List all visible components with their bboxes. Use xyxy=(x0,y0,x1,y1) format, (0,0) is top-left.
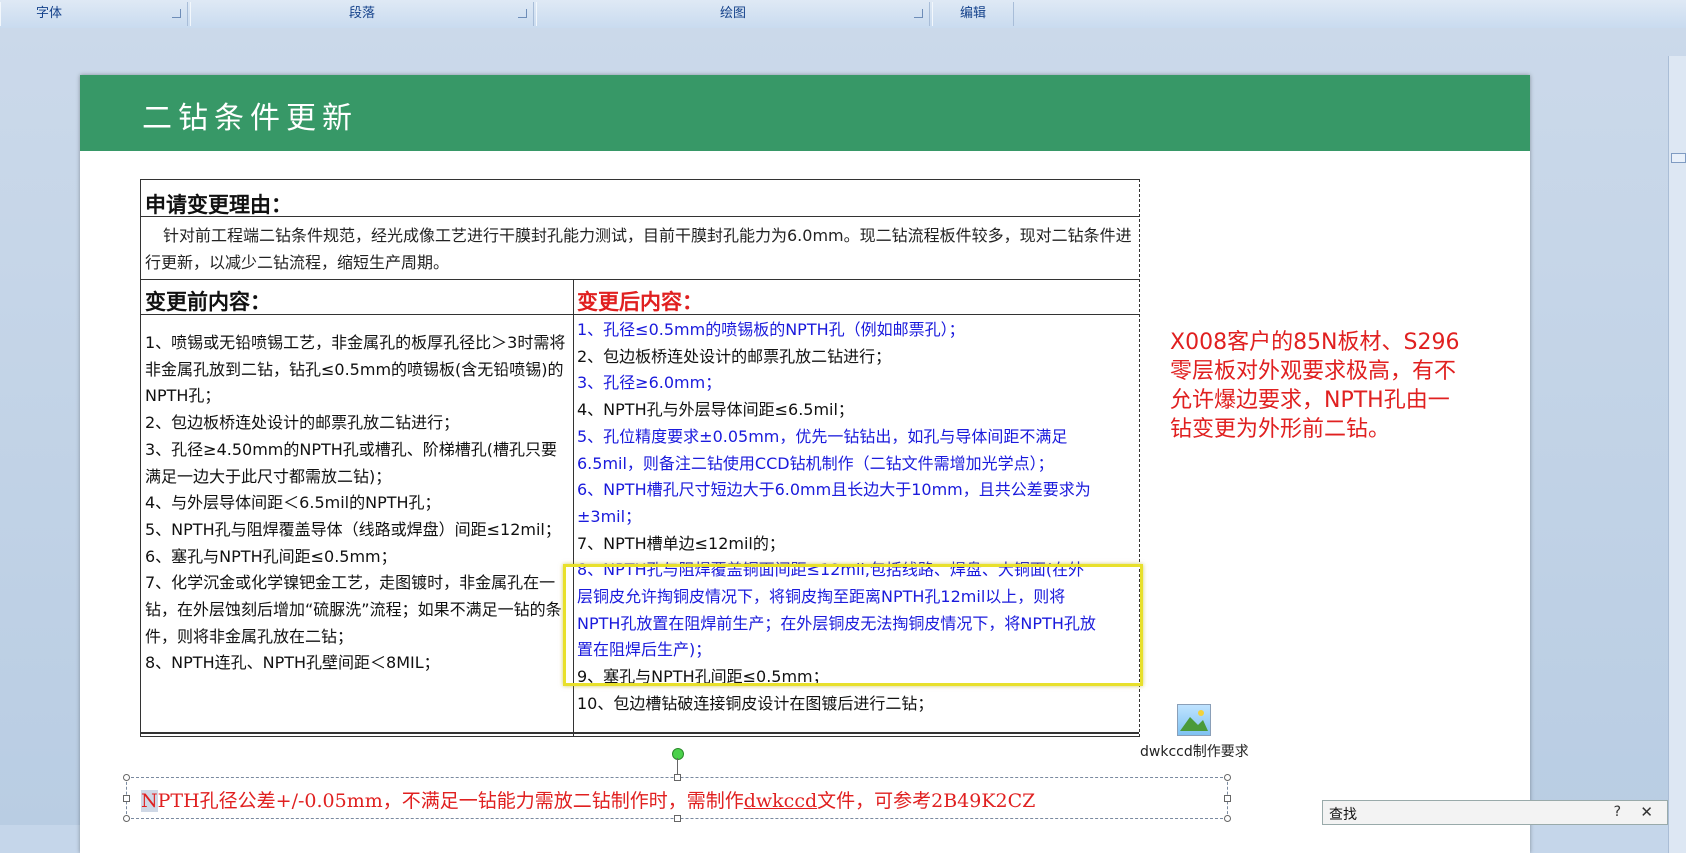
resize-handle[interactable] xyxy=(1224,795,1231,802)
slide-canvas[interactable]: 二钻条件更新 申请变更理由： 针对前工程端二钻条件规范，经光成像工艺进行干膜封孔… xyxy=(0,28,1686,853)
textbox-text-part1: PTH孔径公差+/-0.05mm，不满足一钻能力需放二钻制作时，需制作 xyxy=(157,790,744,812)
reason-header: 申请变更理由： xyxy=(145,193,292,217)
embedded-image-object-icon[interactable] xyxy=(1177,704,1211,736)
resize-handle[interactable] xyxy=(674,815,681,822)
ribbon-group-font[interactable]: 字体 xyxy=(0,2,188,26)
drawing-dialog-launcher-icon[interactable] xyxy=(914,9,923,18)
textbox-link[interactable]: dwkccd xyxy=(744,790,817,812)
table-divider xyxy=(141,279,1139,280)
resize-handle[interactable] xyxy=(1224,815,1231,822)
help-icon[interactable]: ? xyxy=(1614,804,1621,820)
textbox-text-part2: 文件，可参考2B49K2CZ xyxy=(817,790,1036,812)
after-item: 3、孔径≥6.0mm； xyxy=(577,373,722,393)
table-bottom-border xyxy=(141,732,1139,734)
after-item: 10、包边槽钻破连接铜皮设计在图镀后进行二钻； xyxy=(577,693,934,713)
reason-text: 针对前工程端二钻条件规范，经光成像工艺进行干膜封孔能力测试，目前干膜封孔能力为6… xyxy=(145,226,1132,272)
before-item: 1、喷锡或无铅喷锡工艺，非金属孔的板厚孔径比＞3时需将非金属孔放到二钻，钻孔≤0… xyxy=(145,333,566,406)
side-note[interactable]: X008客户的85N板材、S296零层板对外观要求极高，有不允许爆边要求，NPT… xyxy=(1170,328,1460,444)
slide[interactable]: 二钻条件更新 申请变更理由： 针对前工程端二钻条件规范，经光成像工艺进行干膜封孔… xyxy=(80,75,1530,853)
ribbon-group-editing-label: 编辑 xyxy=(959,6,986,21)
before-header: 变更前内容： xyxy=(145,290,271,314)
rotation-stem xyxy=(677,758,678,774)
slide-title[interactable]: 二钻条件更新 xyxy=(142,93,358,137)
table-divider xyxy=(141,314,1139,315)
resize-handle[interactable] xyxy=(123,795,130,802)
paragraph-dialog-launcher-icon[interactable] xyxy=(518,9,527,18)
text-selection: N xyxy=(141,790,158,812)
after-item: 2、包边板桥连处设计的邮票孔放二钻进行； xyxy=(577,346,892,366)
rotation-handle[interactable] xyxy=(672,748,684,760)
font-dialog-launcher-icon[interactable] xyxy=(172,9,181,18)
ribbon-group-drawing-label: 绘图 xyxy=(719,6,746,21)
resize-handle[interactable] xyxy=(123,815,130,822)
ribbon-group-font-label: 字体 xyxy=(35,6,62,21)
resize-handle[interactable] xyxy=(674,774,681,781)
after-header: 变更后内容： xyxy=(577,290,703,314)
after-item: 4、NPTH孔与外层导体间距≤6.5mil； xyxy=(577,400,854,420)
close-icon[interactable]: ✕ xyxy=(1640,803,1653,821)
vertical-scrollbar[interactable] xyxy=(1668,56,1686,853)
before-item: 4、与外层导体间距＜6.5mil的NPTH孔； xyxy=(145,493,441,513)
before-item: 6、塞孔与NPTH孔间距≤0.5mm； xyxy=(145,546,397,566)
find-dialog[interactable]: 查找 ? ✕ xyxy=(1322,800,1668,825)
scrollbar-thumb[interactable] xyxy=(1671,153,1686,163)
ribbon-group-drawing[interactable]: 绘图 xyxy=(536,2,930,26)
selected-textbox[interactable]: NPTH孔径公差+/-0.05mm，不满足一钻能力需放二钻制作时，需制作dwkc… xyxy=(123,748,1231,822)
after-item: 7、NPTH槽单边≤12mil的； xyxy=(577,533,785,553)
ribbon-group-editing[interactable]: 编辑 xyxy=(932,2,1014,26)
ribbon-group-paragraph-label: 段落 xyxy=(348,6,375,21)
before-item: 7、化学沉金或化学镍钯金工艺，走图镀时，非金属孔在一钻，在外层蚀刻后增加“硫脲洗… xyxy=(145,573,562,646)
table-divider xyxy=(141,216,1139,217)
after-item: 1、孔径≤0.5mm的喷锡板的NPTH孔（例如邮票孔）； xyxy=(577,320,965,339)
ribbon-group-labels: 字体 段落 绘图 编辑 xyxy=(0,0,1686,29)
after-item: 6、NPTH槽孔尺寸短边大于6.0mm且长边大于10mm，且共公差要求为±3mi… xyxy=(577,480,1091,526)
resize-handle[interactable] xyxy=(1224,774,1231,781)
embedded-object-label[interactable]: dwkccd制作要求 xyxy=(1140,741,1249,761)
before-item: 2、包边板桥连处设计的邮票孔放二钻进行； xyxy=(145,413,460,433)
highlight-rectangle[interactable] xyxy=(563,564,1143,686)
before-item: 8、NPTH连孔、NPTH孔壁间距＜8MIL； xyxy=(145,653,440,673)
after-item: 5、孔位精度要求±0.05mm，优先一钻钻出，如孔与导体间距不满足6.5mil，… xyxy=(577,426,1068,473)
resize-handle[interactable] xyxy=(123,774,130,781)
before-item: 5、NPTH孔与阻焊覆盖导体（线路或焊盘）间距≤12mil； xyxy=(145,519,561,539)
title-banner: 二钻条件更新 xyxy=(80,75,1530,151)
find-dialog-title: 查找 xyxy=(1329,807,1357,823)
textbox-text[interactable]: NPTH孔径公差+/-0.05mm，不满足一钻能力需放二钻制作时，需制作dwkc… xyxy=(141,786,1035,813)
ribbon-group-paragraph[interactable]: 段落 xyxy=(190,2,534,26)
before-list: 1、喷锡或无铅喷锡工艺，非金属孔的板厚孔径比＞3时需将非金属孔放到二钻，钻孔≤0… xyxy=(145,330,569,677)
before-item: 3、孔径≥4.50mm的NPTH孔或槽孔、阶梯槽孔(槽孔只要满足一边大于此尺寸都… xyxy=(145,439,558,486)
